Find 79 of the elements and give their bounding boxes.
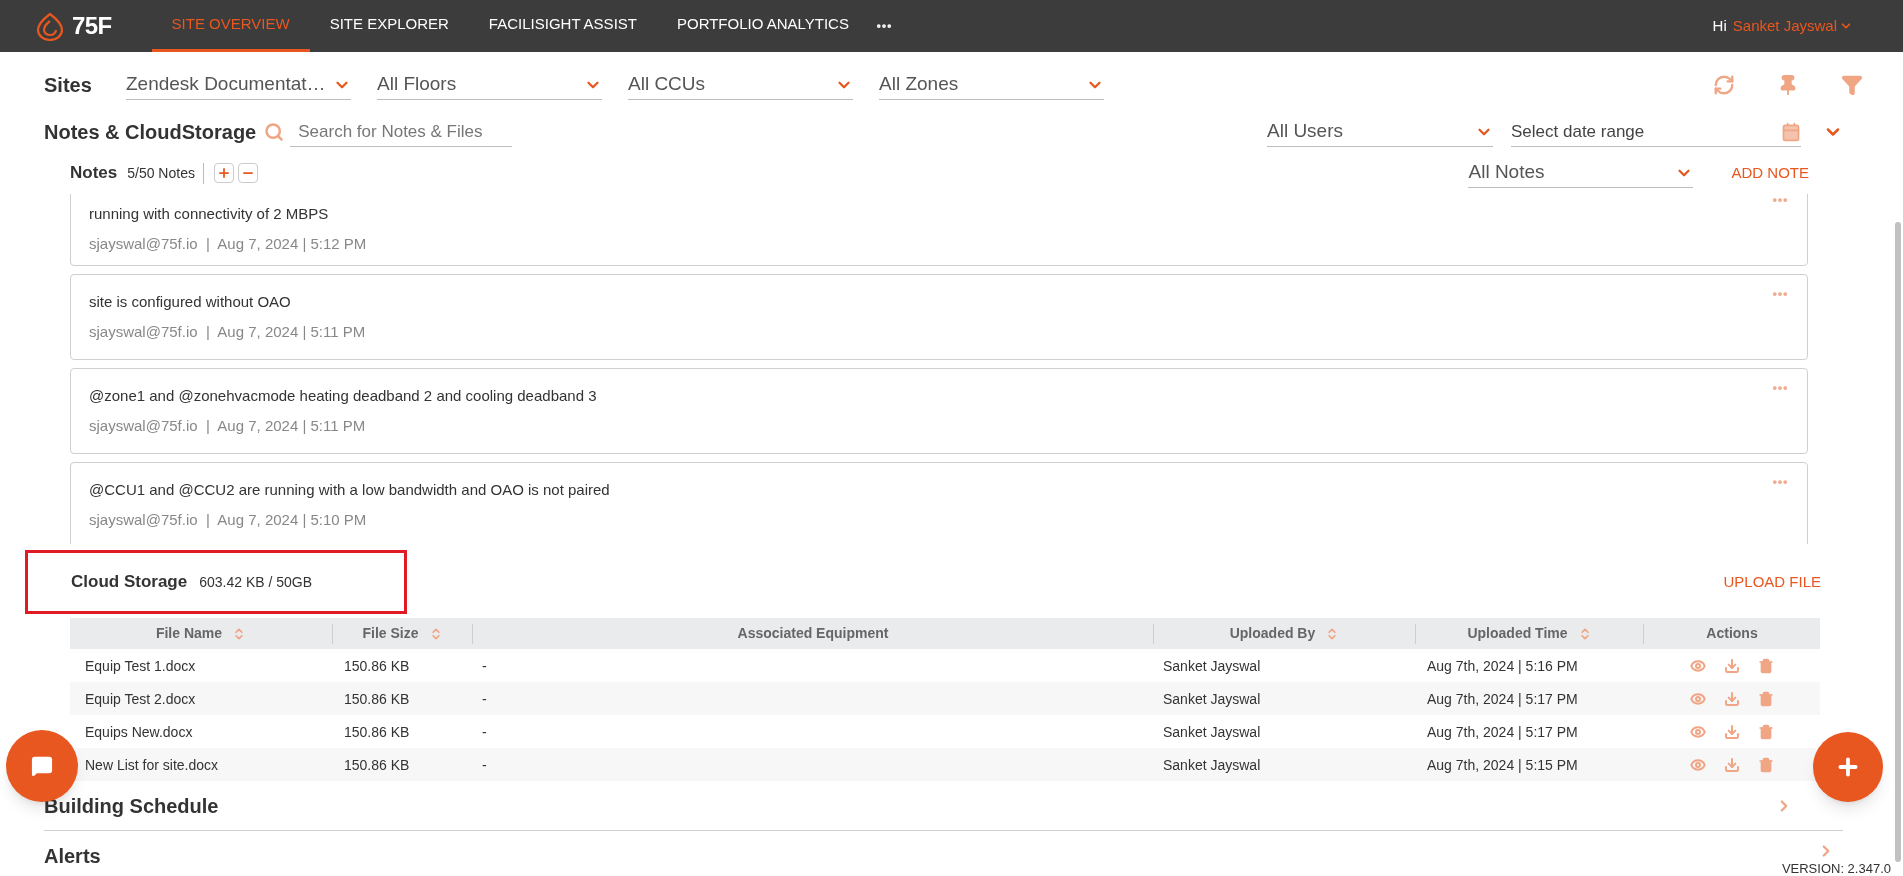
table-cell: New List for site.docx <box>85 756 219 773</box>
note-meta: sjayswal@75f.io | Aug 7, 2024 | 5:10 PM <box>89 510 368 530</box>
users-dropdown[interactable]: All Users <box>1267 117 1493 147</box>
table-cell: - <box>482 690 487 707</box>
view-icon[interactable] <box>1689 723 1706 740</box>
table-cell: - <box>482 723 487 740</box>
filter-icon[interactable] <box>1841 74 1863 96</box>
table-cell: Equips New.docx <box>85 723 193 740</box>
search-icon <box>264 122 285 142</box>
column-header[interactable]: Uploaded Time <box>1467 623 1568 644</box>
view-icon[interactable] <box>1689 657 1706 674</box>
table-cell: Sanket Jayswal <box>1163 756 1261 773</box>
refresh-icon[interactable] <box>1713 74 1735 96</box>
download-icon[interactable] <box>1723 657 1740 674</box>
trash-icon[interactable] <box>1757 756 1774 773</box>
filter-dropdown[interactable]: Zendesk Documentat… <box>126 70 351 100</box>
table-cell: 150.86 KB <box>344 690 410 707</box>
notes-dropdown[interactable]: All Notes <box>1468 158 1694 188</box>
note-meta: sjayswal@75f.io | Aug 7, 2024 | 5:12 PM <box>89 234 368 254</box>
date-range-field[interactable]: Select date range <box>1511 117 1801 147</box>
notes-title: Notes <box>70 162 118 185</box>
note-text: @CCU1 and @CCU2 are running with a low bandwidth and OAO is not paired <box>89 479 611 500</box>
table-cell: - <box>482 657 487 674</box>
download-icon[interactable] <box>1723 690 1740 707</box>
add-button[interactable] <box>1813 732 1883 802</box>
version-label: VERSION: 2.347.0 <box>1781 859 1891 876</box>
greeting: Hi <box>1712 15 1727 36</box>
nav-tab[interactable]: SITE EXPLORER <box>309 0 469 52</box>
column-header: Actions <box>1706 624 1758 643</box>
cloud-storage-title: Cloud Storage <box>71 571 188 594</box>
note-text: @zone1 and @zonehvacmode heating deadband 2 and cooling deadband 3 <box>89 385 598 406</box>
calendar-icon <box>1781 121 1801 142</box>
table-cell: Sanket Jayswal <box>1163 690 1261 707</box>
add-icon[interactable] <box>213 163 234 183</box>
brand-logo: 75F <box>72 11 112 41</box>
filter-dropdown[interactable]: All Floors <box>377 70 602 100</box>
section-title: Notes & CloudStorage <box>44 120 257 145</box>
table-cell: Aug 7th, 2024 | 5:15 PM <box>1427 756 1578 773</box>
table-cell: Aug 7th, 2024 | 5:17 PM <box>1427 723 1578 740</box>
section-title[interactable]: Alerts <box>44 841 101 871</box>
remove-icon[interactable] <box>237 163 258 183</box>
notes-count: 5/50 Notes <box>127 162 204 184</box>
download-icon[interactable] <box>1723 756 1740 773</box>
note-text: site is configured without OAO <box>89 291 292 312</box>
table-cell: Equip Test 1.docx <box>85 657 196 674</box>
nav-tab[interactable]: PORTFOLIO ANALYTICS <box>656 0 869 52</box>
filter-dropdown[interactable]: All Zones <box>879 70 1104 100</box>
table-cell: 150.86 KB <box>344 756 410 773</box>
table-cell: 150.86 KB <box>344 723 410 740</box>
trash-icon[interactable] <box>1757 657 1774 674</box>
trash-icon[interactable] <box>1757 723 1774 740</box>
view-icon[interactable] <box>1689 756 1706 773</box>
sites-label: Sites <box>44 73 93 98</box>
table-cell: Equip Test 2.docx <box>85 690 196 707</box>
table-cell: Sanket Jayswal <box>1163 657 1261 674</box>
nav-tab[interactable]: FACILISIGHT ASSIST <box>468 0 657 52</box>
upload-file-link[interactable]: UPLOAD FILE <box>1723 570 1821 594</box>
filter-dropdown[interactable]: All CCUs <box>628 70 853 100</box>
add-note-link[interactable]: ADD NOTE <box>1731 161 1809 185</box>
scrollbar[interactable] <box>1895 222 1901 862</box>
view-icon[interactable] <box>1689 690 1706 707</box>
note-meta: sjayswal@75f.io | Aug 7, 2024 | 5:11 PM <box>89 416 367 436</box>
storage-usage: 603.42 KB / 50GB <box>199 572 313 592</box>
search-field[interactable]: Search for Notes & Files <box>290 117 513 147</box>
column-header: Associated Equipment <box>737 624 889 643</box>
table-cell: Aug 7th, 2024 | 5:16 PM <box>1427 657 1578 674</box>
trash-icon[interactable] <box>1757 690 1774 707</box>
section-title[interactable]: Building Schedule <box>44 790 219 821</box>
column-header[interactable]: File Name <box>155 623 223 644</box>
download-icon[interactable] <box>1723 723 1740 740</box>
chat-icon <box>31 755 53 777</box>
column-header[interactable]: Uploaded By <box>1229 623 1316 644</box>
table-cell: 150.86 KB <box>344 657 410 674</box>
table-cell: Sanket Jayswal <box>1163 723 1261 740</box>
table-cell: - <box>482 756 487 773</box>
note-meta: sjayswal@75f.io | Aug 7, 2024 | 5:11 PM <box>89 322 367 342</box>
table-cell: Aug 7th, 2024 | 5:17 PM <box>1427 690 1578 707</box>
column-header[interactable]: File Size <box>362 623 419 644</box>
note-text: running with connectivity of 2 MBPS <box>89 203 330 224</box>
